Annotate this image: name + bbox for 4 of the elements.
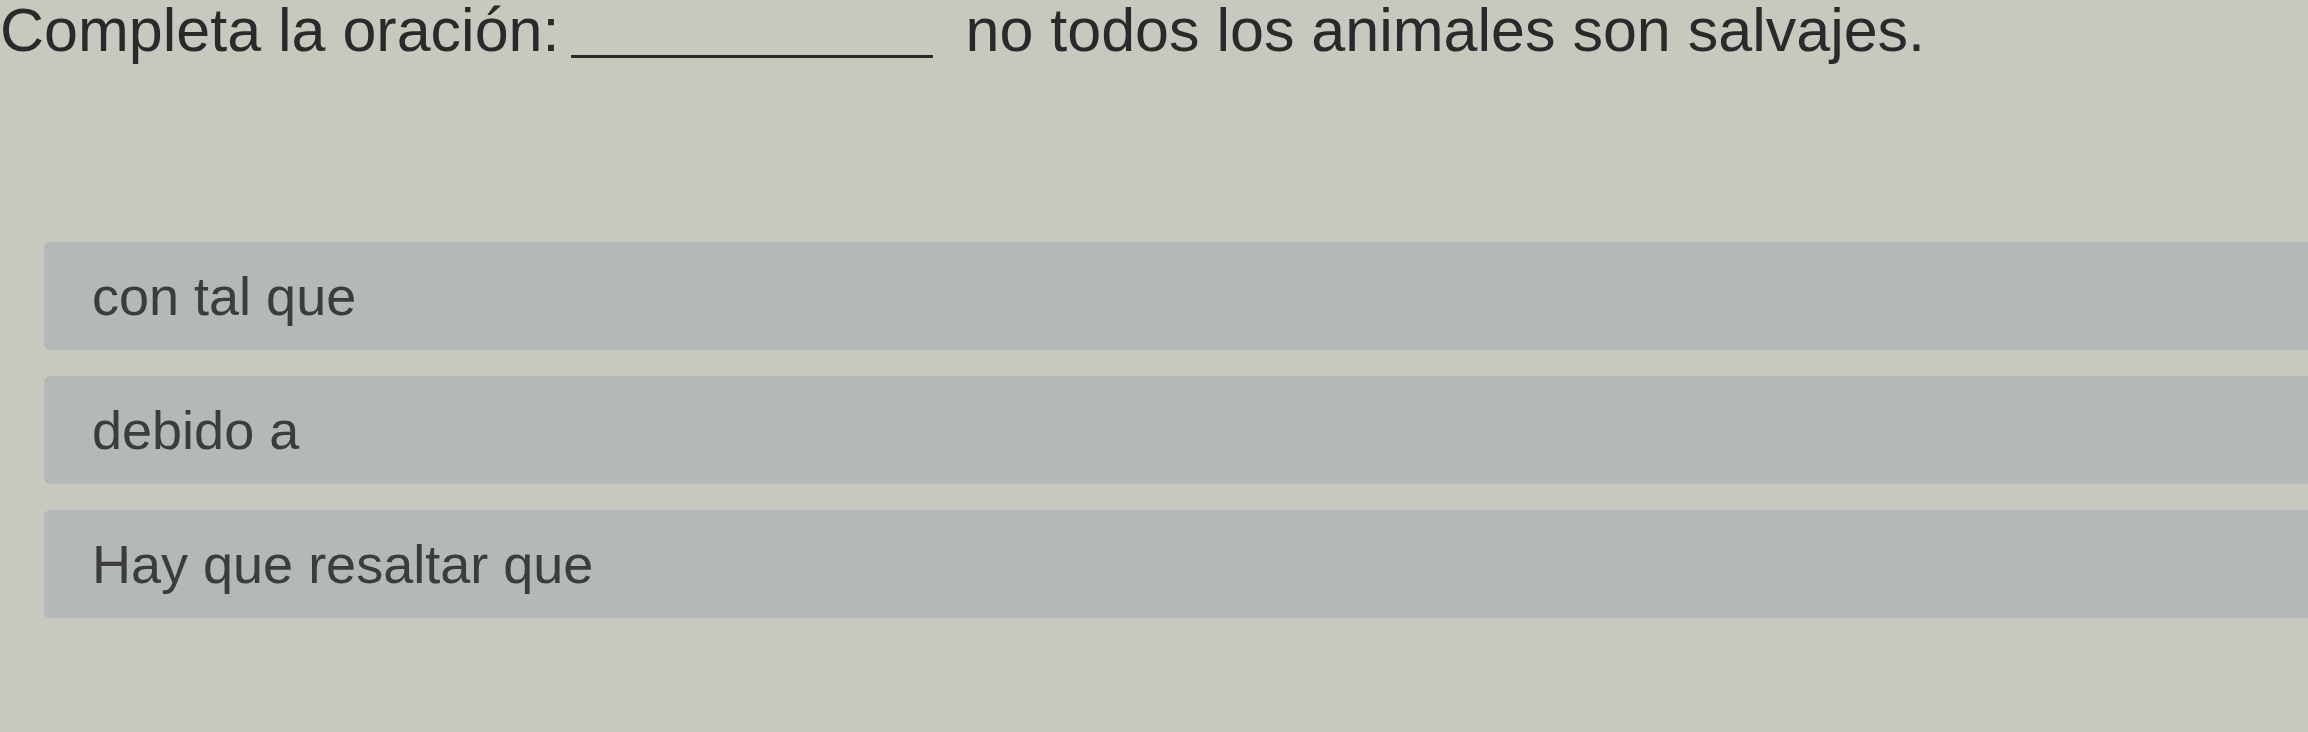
fill-in-line[interactable]	[571, 55, 934, 58]
answer-option[interactable]: Hay que resaltar que	[44, 510, 2308, 618]
answer-option[interactable]: con tal que	[44, 242, 2308, 350]
answer-option[interactable]: debido a	[44, 376, 2308, 484]
